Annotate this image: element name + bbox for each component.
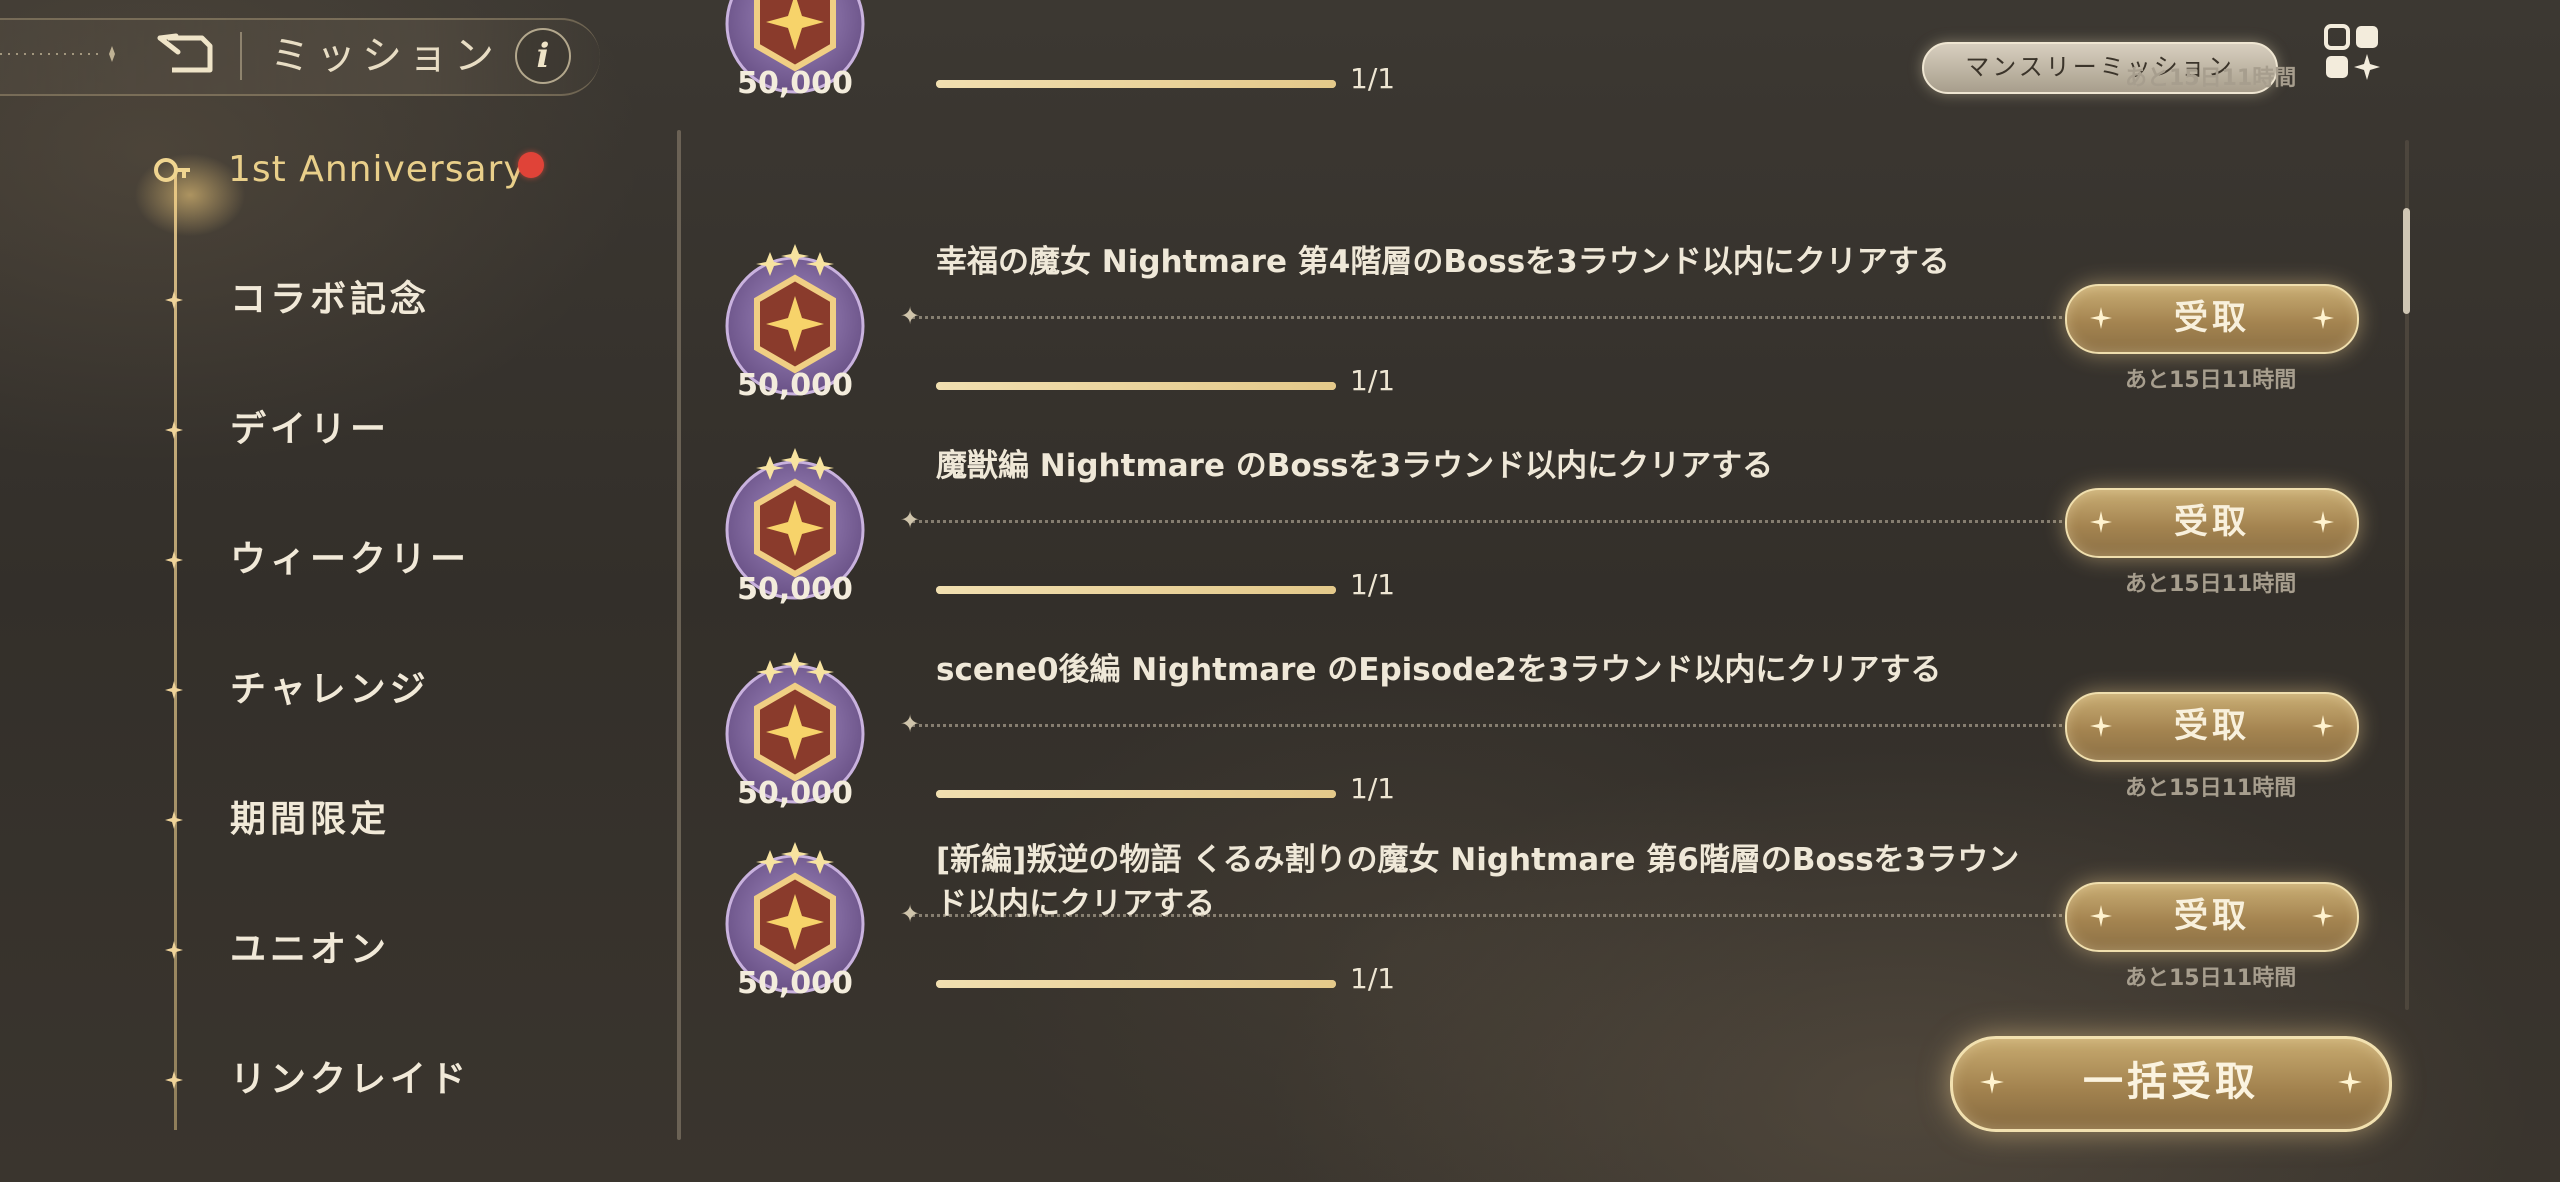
notification-badge bbox=[518, 152, 544, 178]
sidebar-item-label: 1st Anniversary bbox=[228, 149, 526, 190]
header-divider bbox=[240, 32, 242, 80]
divider-star-icon: ✦ bbox=[900, 506, 921, 534]
mission-row: 50,000 [新編]叛逆の物語 くるみ割りの魔女 Nightmare 第6階層の… bbox=[700, 838, 2400, 1038]
mission-row: 50,000 幸福の魔女 Nightmare 第4階層のBossを3ラウンド以内に… bbox=[700, 240, 2400, 440]
divider-star-icon: ✦ bbox=[900, 302, 921, 330]
progress-count: 1/1 bbox=[1350, 62, 1396, 95]
time-remaining: あと15日11時間 bbox=[2125, 66, 2297, 91]
mission-description: [新編]叛逆の物語 くるみ割りの魔女 Nightmare 第6階層のBossを3… bbox=[936, 842, 2020, 922]
mission-row: 50,000 1/1 あと15日11時間 bbox=[700, 0, 2400, 138]
claim-all-button[interactable]: 一括受取 bbox=[1950, 1036, 2392, 1132]
claim-button-label: 受取 bbox=[2174, 298, 2250, 338]
sparkle-icon bbox=[2312, 511, 2334, 533]
sparkle-icon bbox=[2090, 307, 2112, 329]
progress-fill bbox=[936, 382, 1336, 390]
timeline-star-icon bbox=[165, 291, 183, 309]
reward-amount: 50,000 bbox=[737, 776, 853, 811]
sparkle-icon bbox=[2338, 1070, 2362, 1094]
mission-row: 50,000 scene0後編 Nightmare のEpisode2を3ラウンド… bbox=[700, 648, 2400, 848]
progress-fill bbox=[936, 790, 1336, 798]
timeline-star-icon bbox=[165, 941, 183, 959]
claim-button-label: 受取 bbox=[2174, 896, 2250, 936]
sidebar-item-label: 期間限定 bbox=[230, 799, 391, 840]
mission-row: 50,000 魔獣編 Nightmare のBossを3ラウンド以内にクリアする ✦… bbox=[700, 444, 2400, 644]
time-remaining: あと15日11時間 bbox=[2125, 572, 2297, 597]
mission-description: 魔獣編 Nightmare のBossを3ラウンド以内にクリアする bbox=[936, 448, 1774, 484]
sidebar-item-label: リンクレイド bbox=[230, 1059, 471, 1100]
progress-bar bbox=[936, 586, 1336, 594]
claim-button[interactable]: 受取 bbox=[2065, 284, 2359, 354]
back-button[interactable] bbox=[150, 30, 220, 82]
claim-button-label: 受取 bbox=[2174, 706, 2250, 746]
sparkle-icon bbox=[2090, 905, 2112, 927]
reward-amount: 50,000 bbox=[737, 966, 853, 1001]
sidebar-timeline bbox=[174, 175, 177, 1130]
sparkle-icon bbox=[2312, 715, 2334, 737]
timeline-star-icon bbox=[165, 1071, 183, 1089]
claim-button[interactable]: 受取 bbox=[2065, 882, 2359, 952]
timeline-star-icon bbox=[165, 681, 183, 699]
page-title: ミッション bbox=[270, 33, 500, 79]
progress-count: 1/1 bbox=[1350, 568, 1396, 601]
dotted-divider bbox=[912, 520, 2062, 523]
mission-description: 幸福の魔女 Nightmare 第4階層のBossを3ラウンド以内にクリアする bbox=[936, 244, 1950, 280]
reward-amount: 50,000 bbox=[737, 368, 853, 403]
sparkle-icon bbox=[2090, 715, 2112, 737]
sidebar-item-label: コラボ記念 bbox=[230, 279, 431, 320]
progress-bar bbox=[936, 790, 1336, 798]
progress-bar bbox=[936, 80, 1336, 88]
timeline-star-icon bbox=[165, 551, 183, 569]
sparkle-icon bbox=[2090, 511, 2112, 533]
dotted-divider bbox=[912, 316, 2062, 319]
progress-fill bbox=[936, 586, 1336, 594]
sidebar-item-label: デイリー bbox=[230, 409, 391, 450]
progress-fill bbox=[936, 80, 1336, 88]
progress-bar bbox=[936, 382, 1336, 390]
divider-star-icon: ✦ bbox=[900, 900, 921, 928]
progress-count: 1/1 bbox=[1350, 364, 1396, 397]
time-remaining: あと15日11時間 bbox=[2125, 966, 2297, 991]
divider-star-icon: ✦ bbox=[900, 710, 921, 738]
header-ornament bbox=[0, 46, 115, 62]
progress-count: 1/1 bbox=[1350, 962, 1396, 995]
sidebar-item-label: ウィークリー bbox=[230, 539, 471, 580]
reward-amount: 50,000 bbox=[737, 572, 853, 607]
scrollbar-thumb[interactable] bbox=[2403, 208, 2410, 314]
timeline-star-icon bbox=[165, 421, 183, 439]
progress-count: 1/1 bbox=[1350, 772, 1396, 805]
sidebar-item-label: ユニオン bbox=[230, 929, 391, 970]
mission-description: scene0後編 Nightmare のEpisode2を3ラウンド以内にクリア… bbox=[936, 652, 1942, 688]
back-arrow-icon bbox=[157, 33, 213, 73]
claim-button[interactable]: 受取 bbox=[2065, 488, 2359, 558]
content-divider bbox=[677, 130, 681, 1140]
sidebar-item-label: チャレンジ bbox=[230, 669, 430, 710]
claim-button[interactable]: 受取 bbox=[2065, 692, 2359, 762]
info-button[interactable]: i bbox=[515, 28, 571, 84]
reward-amount: 50,000 bbox=[737, 66, 853, 101]
dotted-divider bbox=[912, 914, 2062, 917]
sparkle-icon bbox=[2312, 307, 2334, 329]
progress-bar bbox=[936, 980, 1336, 988]
time-remaining: あと15日11時間 bbox=[2125, 368, 2297, 393]
time-remaining: あと15日11時間 bbox=[2125, 776, 2297, 801]
claim-all-label: 一括受取 bbox=[2083, 1059, 2259, 1105]
sparkle-icon bbox=[2312, 905, 2334, 927]
sparkle-icon bbox=[1980, 1070, 2004, 1094]
timeline-star-icon bbox=[165, 811, 183, 829]
claim-button-label: 受取 bbox=[2174, 502, 2250, 542]
active-key-icon bbox=[154, 158, 190, 182]
dotted-divider bbox=[912, 724, 2062, 727]
progress-fill bbox=[936, 980, 1336, 988]
